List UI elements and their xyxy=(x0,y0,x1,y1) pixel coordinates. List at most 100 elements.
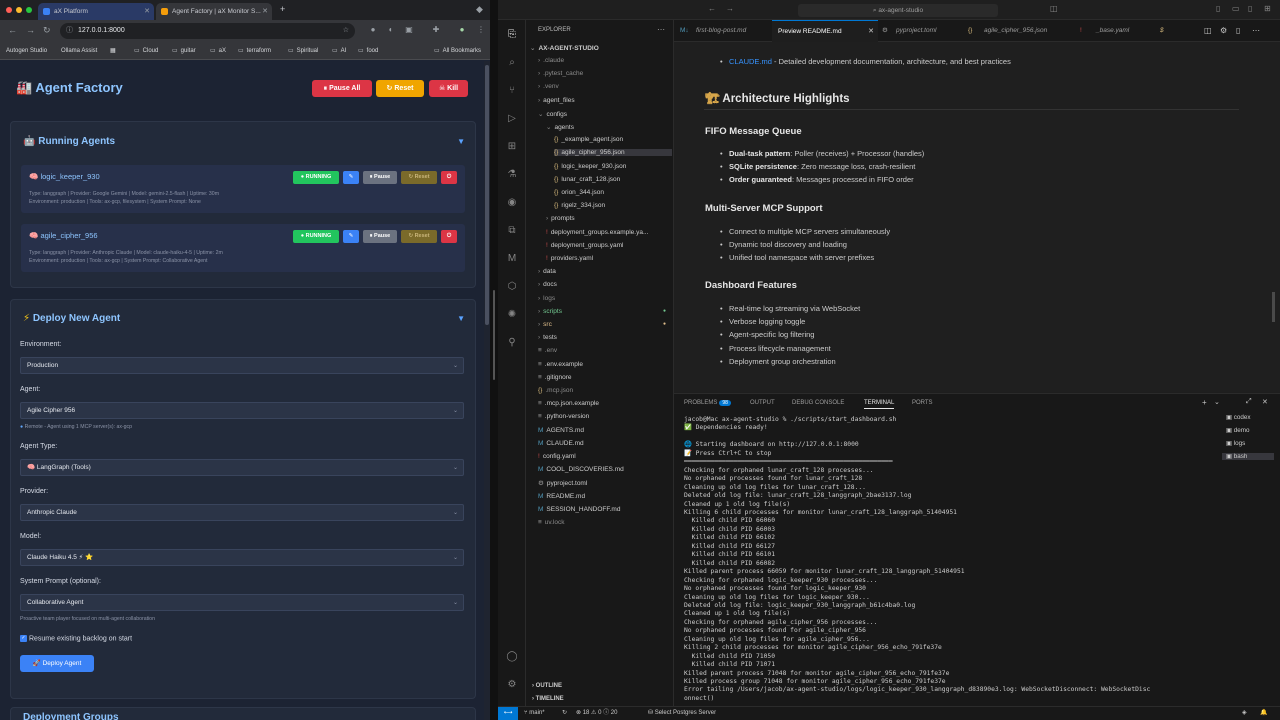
file-tree-item[interactable]: › docs xyxy=(538,281,672,288)
editor-tab[interactable]: ⚙ pyproject.toml xyxy=(880,20,964,42)
bookmark-folder[interactable]: ▭ food xyxy=(358,42,378,60)
file-tree-item[interactable]: › .claude xyxy=(538,57,672,64)
remote-explorer-icon[interactable]: ⧉ xyxy=(505,224,519,238)
bookmark-folder[interactable]: ▭ aX xyxy=(210,42,226,60)
testing-icon[interactable]: ⚗ xyxy=(505,168,519,182)
close-window-icon[interactable] xyxy=(6,7,12,13)
close-tab-icon[interactable]: ✕ xyxy=(262,3,268,20)
sync-icon[interactable]: ↻ xyxy=(562,707,567,720)
file-tree-item[interactable]: ≡ uv.lock xyxy=(538,519,672,526)
nav-forward-icon[interactable]: → xyxy=(726,4,734,13)
timeline-section[interactable]: › TIMELINE xyxy=(532,696,564,702)
bookmark-folder[interactable]: ▭ Spiritual xyxy=(288,42,318,60)
close-tab-icon[interactable]: ✕ xyxy=(144,3,150,20)
bookmark-folder[interactable]: ▭ guitar xyxy=(172,42,196,60)
scrollbar-thumb[interactable] xyxy=(485,65,489,325)
openai-icon[interactable]: ✺ xyxy=(505,308,519,322)
file-tree-item[interactable]: › .venv xyxy=(538,83,672,90)
reset-agent-button[interactable]: ↻ Reset xyxy=(401,171,437,184)
browser-tab-active[interactable]: Agent Factory | aX Monitor S... ✕ xyxy=(156,3,272,20)
file-tree-item[interactable]: ≡ .env xyxy=(538,347,672,354)
toggle-panel-icon[interactable]: ▭ xyxy=(1232,4,1240,13)
site-info-icon[interactable]: ⓘ xyxy=(66,23,73,39)
environment-select[interactable]: Production ⌄ xyxy=(20,357,464,374)
close-tab-icon[interactable]: ✕ xyxy=(868,21,874,43)
file-tree-item[interactable]: M CLAUDE.md xyxy=(538,440,672,447)
outline-section[interactable]: › OUTLINE xyxy=(532,683,562,689)
apps-grid-icon[interactable]: ▦ xyxy=(110,42,116,60)
pause-agent-button[interactable]: ⏸ Pause xyxy=(363,171,397,184)
panel-tab-problems[interactable]: PROBLEMS 98 xyxy=(684,400,731,406)
terminal-list-item[interactable]: ▣ codex xyxy=(1222,414,1274,421)
database-icon[interactable]: ◉ xyxy=(505,196,519,210)
account-icon[interactable]: ◯ xyxy=(505,650,519,664)
checkbox-checked-icon[interactable]: ✓ xyxy=(20,635,27,642)
postgres-status[interactable]: ⛁ Select Postgres Server xyxy=(648,707,716,720)
reset-all-button[interactable]: ↻ Reset xyxy=(376,80,424,97)
toggle-secondary-sidebar-icon[interactable]: ▯ xyxy=(1248,4,1252,13)
editor-tab[interactable]: $ xyxy=(1152,20,1172,42)
notifications-icon[interactable]: 🔔 xyxy=(1260,707,1267,720)
maximize-panel-icon[interactable]: ⤢ xyxy=(1246,398,1252,406)
file-tree-item[interactable]: › agent_files xyxy=(538,97,672,104)
provider-select[interactable]: Anthropic Claude ⌄ xyxy=(20,504,464,521)
file-tree-item[interactable]: {} _example_agent.json xyxy=(554,136,672,143)
edit-agent-button[interactable]: ✎ xyxy=(343,171,359,184)
panel-tab-output[interactable]: OUTPUT xyxy=(750,400,775,406)
menu-icon[interactable]: ⋮ xyxy=(476,25,486,35)
model-select[interactable]: Claude Haiku 4.5 ⚡ ⭐ ⌄ xyxy=(20,549,464,566)
file-tree-item[interactable]: › data xyxy=(538,268,672,275)
file-tree-item[interactable]: ! deployment_groups.example.ya... xyxy=(546,229,672,236)
terminal-list-item[interactable]: ▣ logs xyxy=(1222,440,1274,447)
bookmark-star-icon[interactable]: ☆ xyxy=(343,23,349,39)
file-tree-item[interactable]: ⌄ configs xyxy=(538,110,672,118)
editor-tab-active[interactable]: Preview README.md ✕ xyxy=(772,20,878,42)
close-panel-icon[interactable]: ✕ xyxy=(1262,398,1268,406)
bookmark-folder[interactable]: ▭ All Bookmarks xyxy=(434,42,481,60)
file-tree-item[interactable]: {} lunar_craft_128.json xyxy=(554,176,672,183)
bookmark-folder[interactable]: ▭ terraform xyxy=(238,42,271,60)
resume-backlog-row[interactable]: ✓ Resume existing backlog on start xyxy=(20,635,132,642)
file-tree-item[interactable]: ! config.yaml xyxy=(538,453,672,460)
file-tree-item[interactable]: ⚙ pyproject.toml xyxy=(538,479,672,487)
layout-icon[interactable]: ⊞ xyxy=(1264,4,1271,13)
file-tree-item[interactable]: M SESSION_HANDOFF.md xyxy=(538,506,672,513)
pause-all-button[interactable]: ⏸ Pause All xyxy=(312,80,372,97)
file-tree-item[interactable]: › src ● xyxy=(538,321,672,328)
terminal-list-item-active[interactable]: ▣ bash xyxy=(1222,453,1274,460)
file-tree-item[interactable]: {} .mcp.json xyxy=(538,387,672,394)
kill-agent-button[interactable]: ⏻ xyxy=(441,171,457,184)
profile-icon[interactable]: ● xyxy=(457,25,467,35)
remote-indicator-icon[interactable]: ⟷ xyxy=(498,707,518,720)
reset-agent-button[interactable]: ↻ Reset xyxy=(401,230,437,243)
address-bar[interactable]: ⓘ 127.0.0.1:8000 ☆ xyxy=(60,23,355,39)
claude-md-link[interactable]: CLAUDE.md xyxy=(729,57,772,66)
run-debug-icon[interactable]: ▷ xyxy=(505,112,519,126)
bookmark-item[interactable]: Autogen Studio xyxy=(6,42,47,60)
extension-icon[interactable]: ▣ xyxy=(404,25,414,35)
split-divider[interactable] xyxy=(490,0,498,720)
nav-back-icon[interactable]: ← xyxy=(708,4,716,13)
file-tree-item[interactable]: › .pytest_cache xyxy=(538,70,672,77)
file-tree-item[interactable]: {} orion_344.json xyxy=(554,189,672,196)
minimize-window-icon[interactable] xyxy=(16,7,22,13)
file-tree-item[interactable]: {} logic_keeper_930.json xyxy=(554,163,672,170)
browser-tab[interactable]: aX Platform ✕ xyxy=(38,3,154,20)
panel-tab-terminal[interactable]: TERMINAL xyxy=(864,400,895,409)
editor-tab[interactable]: M↓ first-blog-post.md xyxy=(678,20,770,42)
git-graph-icon[interactable]: ⚲ xyxy=(505,336,519,350)
extensions-icon[interactable]: ◆ xyxy=(476,4,483,15)
docker-icon[interactable]: ⬡ xyxy=(505,280,519,294)
divider-grip[interactable] xyxy=(493,290,495,380)
file-tree-item[interactable]: M AGENTS.md xyxy=(538,427,672,434)
bookmark-item[interactable]: Ollama Assist xyxy=(61,42,97,60)
back-icon[interactable]: ← xyxy=(8,25,17,35)
file-tree-item[interactable]: › logs xyxy=(538,295,672,302)
editor-tab[interactable]: {} agile_cipher_956.json xyxy=(966,20,1076,42)
edit-agent-button[interactable]: ✎ xyxy=(343,230,359,243)
extension-icon[interactable]: ● xyxy=(368,25,378,35)
agent-select[interactable]: Agile Cipher 956 ⌄ xyxy=(20,402,464,419)
problems-status[interactable]: ⊗ 18 ⚠ 0 ⓘ 20 xyxy=(576,707,617,720)
extension-icon[interactable]: ◐ xyxy=(386,25,396,35)
terminal-output[interactable]: jacob@Mac ax-agent-studio % ./scripts/st… xyxy=(684,416,1214,706)
